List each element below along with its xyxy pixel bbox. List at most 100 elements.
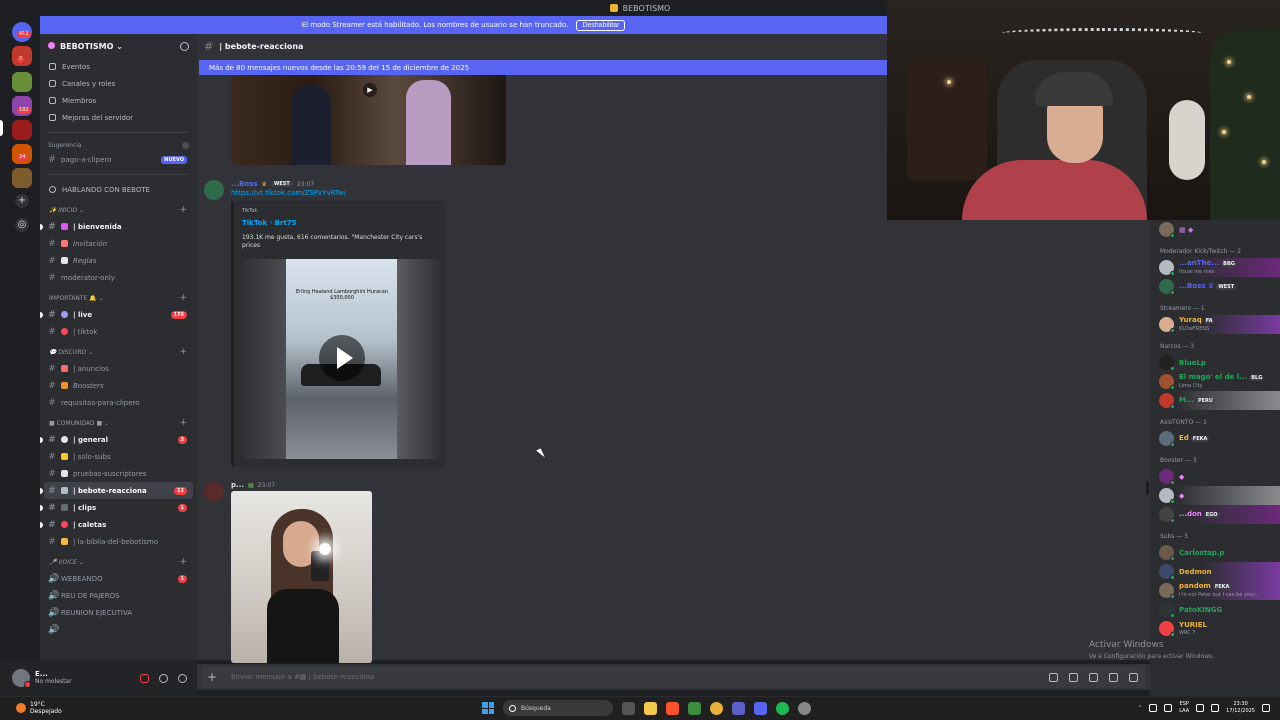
app-icon[interactable] (798, 701, 811, 715)
add-channel-icon[interactable]: + (179, 205, 187, 215)
task-view-icon[interactable] (622, 701, 635, 715)
gif-icon[interactable] (1069, 672, 1078, 682)
member-item[interactable]: Yuraq FA KLOwFRENS (1150, 315, 1280, 334)
member-item[interactable]: BlueLp (1150, 353, 1280, 372)
add-channel-icon[interactable]: + (179, 557, 187, 567)
member-item[interactable]: ◆ (1150, 486, 1280, 505)
channel-live[interactable]: # | live 176 (40, 306, 197, 323)
add-channel-icon[interactable]: + (179, 418, 187, 428)
channel-bebote-reacciona[interactable]: # | bebote-reacciona 12 (40, 482, 193, 499)
start-icon[interactable] (482, 702, 494, 714)
voice-reu[interactable]: 🔊 REU DE PAJEROS (40, 587, 197, 604)
store-icon[interactable] (688, 701, 701, 715)
member-item[interactable]: pandom FEKA I'm not Peter but I can be you… (1150, 581, 1280, 600)
gear-icon[interactable] (178, 673, 187, 683)
member-item[interactable]: PatoKINGG (1150, 600, 1280, 619)
menu-eventos[interactable]: Eventos (40, 58, 197, 75)
server-icon-bebotismo[interactable] (12, 120, 32, 140)
image-attachment[interactable] (231, 491, 372, 663)
member-item[interactable]: El mago' el de l... BLG Lima City (1150, 372, 1280, 391)
embed-title[interactable]: TikTok · Brt75 (242, 219, 297, 227)
disable-streamer-button[interactable]: Deshabilitar (576, 19, 626, 31)
mic-muted-icon[interactable] (140, 673, 149, 683)
dismiss-icon[interactable] (182, 141, 189, 149)
member-item[interactable]: ◆ (1150, 467, 1280, 486)
gift-icon[interactable] (1049, 672, 1058, 682)
channel-tiktok[interactable]: # | tiktok (40, 323, 197, 340)
discord-icon[interactable] (754, 701, 767, 715)
explore-icon[interactable]: ◎ (15, 218, 29, 232)
channel-requisitos[interactable]: # requisitos-para-clipero (40, 394, 197, 411)
headphones-icon[interactable] (159, 673, 168, 683)
avatar[interactable] (204, 482, 224, 502)
voice-webeando[interactable]: 🔊 WEBEANDO 1 (40, 570, 197, 587)
taskbar-search[interactable]: Búsqueda (503, 700, 613, 716)
category-importante[interactable]: IMPORTANTE 🔔 ⌄ + (40, 290, 197, 306)
app-tray-icon[interactable] (1164, 704, 1173, 712)
play-icon[interactable]: ▶ (363, 83, 377, 97)
volume-icon[interactable] (1211, 704, 1220, 712)
emoji-icon[interactable] (1109, 672, 1118, 682)
new-messages-bar[interactable]: Más de 80 mensajes nuevos desde las 20:5… (199, 60, 887, 75)
category-voice[interactable]: 🎤 VOICE ⌄ + (40, 554, 197, 570)
channel-general[interactable]: # | general 3 (40, 431, 197, 448)
play-icon[interactable] (319, 335, 365, 381)
video-thumbnail[interactable]: Erling Haaland Lamborghini Huracan $300,… (242, 259, 441, 459)
voice-reunion[interactable]: 🔊 REUNION EJECUTIVA (40, 604, 197, 621)
channel-boosters[interactable]: # Boosters (40, 377, 197, 394)
wifi-icon[interactable] (1196, 704, 1205, 712)
channel-hablando[interactable]: HABLANDO CON BEBOTE (40, 181, 197, 198)
avatar[interactable] (12, 669, 31, 688)
brave-icon[interactable] (666, 701, 679, 715)
server-header[interactable]: BEBOTISMO ⌄ (40, 34, 197, 58)
channel-pruebas[interactable]: # pruebas-suscriptores (40, 465, 197, 482)
channel-clips[interactable]: # | clips 1 (40, 499, 197, 516)
add-server-icon[interactable]: + (15, 194, 29, 208)
channel-caletas[interactable]: # | caletas (40, 516, 197, 533)
member-scrollbar[interactable] (1146, 481, 1149, 495)
notifications-icon[interactable] (1262, 704, 1270, 712)
message-input[interactable]: + Enviar mensaje a #▦ | bebote-reacciona (201, 666, 1146, 688)
server-icon[interactable] (12, 72, 32, 92)
network-icon[interactable] (1149, 704, 1158, 712)
member-item[interactable]: Ed FEKA (1150, 429, 1280, 448)
chevron-up-icon[interactable]: ⌃ (1138, 705, 1142, 711)
image-attachment[interactable]: ▶ (231, 75, 506, 165)
menu-mejoras[interactable]: Mejoras del servidor (40, 109, 197, 126)
file-explorer-icon[interactable] (644, 701, 657, 715)
apps-icon[interactable] (1129, 672, 1138, 682)
voice-extra[interactable]: 🔊 (40, 621, 197, 638)
channel-bienvenida[interactable]: # | bienvenida (40, 218, 197, 235)
member-item[interactable]: M... PERU (1150, 391, 1280, 410)
weather-widget[interactable]: 19°C Despejado (16, 701, 62, 715)
channel-anuncios[interactable]: # | anuncios (40, 360, 197, 377)
attach-plus-icon[interactable]: + (201, 670, 223, 684)
server-icon[interactable] (12, 168, 32, 188)
category-inicio[interactable]: ✨ INICIO ⌄ + (40, 202, 197, 218)
member-item[interactable]: ▦ ◆ (1150, 220, 1280, 239)
clock[interactable]: 23:30 17/12/2025 (1226, 701, 1255, 715)
chrome-icon[interactable] (710, 701, 723, 715)
user-info[interactable]: E... No molestar (35, 670, 72, 686)
member-item[interactable]: ...don EGO (1150, 505, 1280, 524)
channel-pago-a-clipero[interactable]: # pago-a-clipero NUEVO (40, 151, 197, 168)
add-channel-icon[interactable]: + (179, 293, 187, 303)
category-discord[interactable]: 💬 DISCORD ⌄ + (40, 344, 197, 360)
invite-icon[interactable] (180, 41, 189, 51)
channel-la-biblia[interactable]: # | la-biblia-del-bebotismo (40, 533, 197, 550)
member-item[interactable]: Dedmon (1150, 562, 1280, 581)
message-username[interactable]: p... (231, 481, 244, 489)
menu-miembros[interactable]: Miembros (40, 92, 197, 109)
channel-invitacion[interactable]: # Invitación (40, 235, 197, 252)
member-item[interactable]: YURIEL WRC 7 (1150, 619, 1280, 638)
member-item[interactable]: Carlostap.p (1150, 543, 1280, 562)
spotify-icon[interactable] (776, 701, 789, 715)
teams-icon[interactable] (732, 701, 745, 715)
member-item[interactable]: ...Boss ♛ WEST (1150, 277, 1280, 296)
add-channel-icon[interactable]: + (179, 347, 187, 357)
category-comunidad[interactable]: ■ COMUNIDAD ■ ⌄ + (40, 415, 197, 431)
avatar[interactable] (204, 180, 224, 200)
channel-moderator-only[interactable]: # moderator-only (40, 269, 197, 286)
channel-reglas[interactable]: # Reglas (40, 252, 197, 269)
channel-solo-subs[interactable]: # | solo-subs (40, 448, 197, 465)
